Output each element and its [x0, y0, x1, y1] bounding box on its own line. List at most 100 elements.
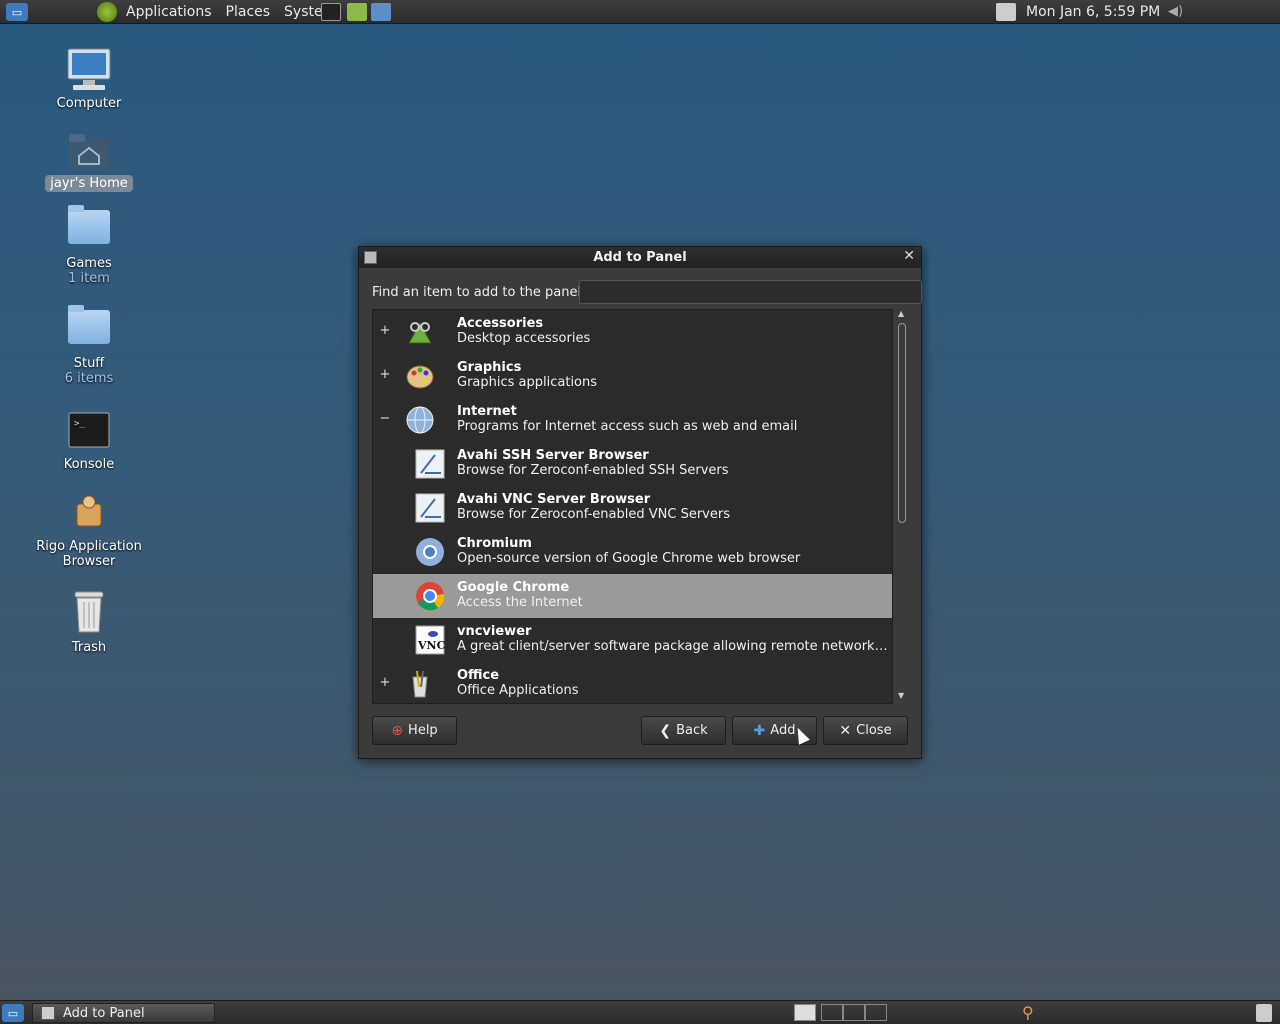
xfe-launcher-icon[interactable] — [371, 3, 391, 21]
list-item-chromium[interactable]: Chromium Open-source version of Google C… — [373, 530, 892, 574]
desktop-icon-trash[interactable]: Trash — [34, 588, 144, 655]
desktop-icon-home[interactable]: jayr's Home — [34, 130, 144, 192]
back-arrow-icon: ❮ — [659, 722, 672, 739]
expander-toggle[interactable]: + — [379, 367, 391, 382]
show-desktop-icon[interactable]: ▭ — [2, 1004, 24, 1022]
workspace-4[interactable] — [865, 1004, 887, 1021]
item-desc: Open-source version of Google Chrome web… — [457, 551, 801, 566]
desktop-icon-label: Stuff — [73, 356, 105, 371]
vncviewer-icon: VNC — [415, 625, 446, 655]
close-button-label: Close — [856, 723, 892, 738]
file-manager-launcher-icon[interactable] — [347, 3, 367, 21]
item-desc: Access the Internet — [457, 595, 583, 610]
computer-icon — [65, 46, 113, 94]
trash-applet-icon[interactable] — [1256, 1004, 1272, 1022]
avahi-vnc-icon — [415, 493, 445, 523]
clock[interactable]: Mon Jan 6, 5:59 PM — [1026, 0, 1160, 24]
item-desc: Office Applications — [457, 683, 579, 698]
google-chrome-icon — [415, 581, 445, 611]
desktop-icon-games[interactable]: Games 1 item — [34, 205, 144, 286]
item-desc: Browse for Zeroconf-enabled VNC Servers — [457, 507, 730, 522]
list-item-avahi-vnc[interactable]: Avahi VNC Server Browser Browse for Zero… — [373, 486, 892, 530]
item-desc: A great client/server software package a… — [457, 639, 889, 654]
trash-icon — [69, 588, 109, 634]
svg-text:VNC: VNC — [417, 639, 445, 652]
window-close-icon[interactable]: ✕ — [903, 248, 915, 264]
search-icon[interactable]: ⚲ — [1022, 1003, 1034, 1022]
item-list[interactable]: + Accessories Desktop accessories + Grap… — [372, 309, 893, 704]
dialog-titlebar[interactable]: Add to Panel ✕ — [359, 247, 921, 268]
help-button-label: Help — [408, 723, 438, 738]
expander-toggle[interactable]: + — [379, 323, 391, 338]
window-menu-icon[interactable] — [364, 251, 377, 264]
volume-icon[interactable]: ◀) — [1168, 4, 1183, 19]
menu-applications[interactable]: Applications — [119, 0, 219, 24]
scroll-thumb[interactable] — [898, 323, 906, 523]
workspace-1[interactable] — [794, 1004, 816, 1021]
desktop-icon-konsole[interactable]: >_ Konsole — [34, 412, 144, 472]
item-desc: Browse for Zeroconf-enabled SSH Servers — [457, 463, 729, 478]
item-desc: Programs for Internet access such as web… — [457, 419, 798, 434]
terminal-launcher-icon[interactable] — [321, 3, 341, 21]
desktop-icon-sublabel: 1 item — [68, 271, 110, 286]
item-name: Avahi VNC Server Browser — [457, 492, 651, 507]
close-button[interactable]: ✕ Close — [823, 716, 908, 745]
workspace-3[interactable] — [843, 1004, 865, 1021]
menu-places[interactable]: Places — [219, 0, 278, 24]
item-name: vncviewer — [457, 624, 532, 639]
item-desc: Graphics applications — [457, 375, 598, 390]
search-input[interactable] — [579, 280, 922, 304]
top-panel: ▭ Applications Places System Mon Jan 6, … — [0, 0, 1280, 24]
folder-icon — [68, 305, 110, 344]
desktop-icon-label: Games — [66, 256, 112, 271]
item-desc: Desktop accessories — [457, 331, 591, 346]
terminal-icon: >_ — [68, 412, 110, 450]
list-item-office[interactable]: + Office Office Applications — [373, 662, 892, 703]
rigo-app-browser-icon — [69, 492, 109, 532]
list-item-avahi-ssh[interactable]: Avahi SSH Server Browser Browse for Zero… — [373, 442, 892, 486]
main-menu-icon[interactable] — [97, 2, 117, 22]
item-name: Accessories — [457, 316, 544, 331]
graphics-icon — [405, 361, 435, 391]
desktop-icon-label: jayr's Home — [45, 175, 133, 192]
item-name: Google Chrome — [457, 580, 570, 595]
expander-toggle[interactable]: − — [379, 411, 391, 426]
desktop-icon-sublabel: 6 items — [64, 371, 114, 386]
accessories-icon — [405, 317, 435, 347]
taskbar-button-label: Add to Panel — [63, 1005, 145, 1021]
bottom-panel: ▭ Add to Panel ⚲ — [0, 1000, 1280, 1024]
desktop-icon-label: Trash — [71, 640, 107, 655]
plus-icon: ✚ — [753, 722, 766, 739]
scroll-down-icon[interactable]: ▼ — [898, 691, 904, 700]
svg-text:>_: >_ — [74, 419, 85, 429]
item-name: Avahi SSH Server Browser — [457, 448, 649, 463]
scroll-up-icon[interactable]: ▲ — [898, 309, 904, 318]
list-scrollbar[interactable]: ▲ ▼ — [895, 309, 909, 704]
expander-toggle[interactable]: + — [379, 675, 391, 690]
item-name: Graphics — [457, 360, 522, 375]
back-button[interactable]: ❮ Back — [641, 716, 726, 745]
show-desktop-icon[interactable]: ▭ — [6, 3, 28, 21]
desktop-icon-stuff[interactable]: Stuff 6 items — [34, 305, 144, 386]
list-item-google-chrome[interactable]: Google Chrome Access the Internet — [373, 574, 892, 618]
avahi-ssh-icon — [415, 449, 445, 479]
list-item-accessories[interactable]: + Accessories Desktop accessories — [373, 310, 892, 354]
back-button-label: Back — [676, 723, 708, 738]
taskbar-button-add-to-panel[interactable]: Add to Panel — [32, 1003, 215, 1023]
list-item-graphics[interactable]: + Graphics Graphics applications — [373, 354, 892, 398]
help-button[interactable]: ⊕ Help — [372, 716, 457, 745]
list-item-vncviewer[interactable]: VNC vncviewer A great client/server soft… — [373, 618, 892, 662]
desktop-icon-label: Rigo Application Browser — [36, 539, 142, 569]
network-icon[interactable] — [996, 3, 1016, 21]
desktop-icon-rigo[interactable]: Rigo Application Browser — [34, 492, 144, 569]
item-name: Chromium — [457, 536, 532, 551]
window-icon — [41, 1006, 55, 1020]
workspace-2[interactable] — [821, 1004, 843, 1021]
list-item-internet[interactable]: − Internet Programs for Internet access … — [373, 398, 892, 442]
add-to-panel-dialog: Add to Panel ✕ Find an item to add to th… — [358, 246, 922, 759]
office-icon — [405, 669, 435, 699]
desktop-icon-computer[interactable]: Computer — [34, 46, 144, 111]
item-name: Office — [457, 668, 500, 683]
item-name: Internet — [457, 404, 517, 419]
find-row: Find an item to add to the panel: — [372, 280, 922, 304]
